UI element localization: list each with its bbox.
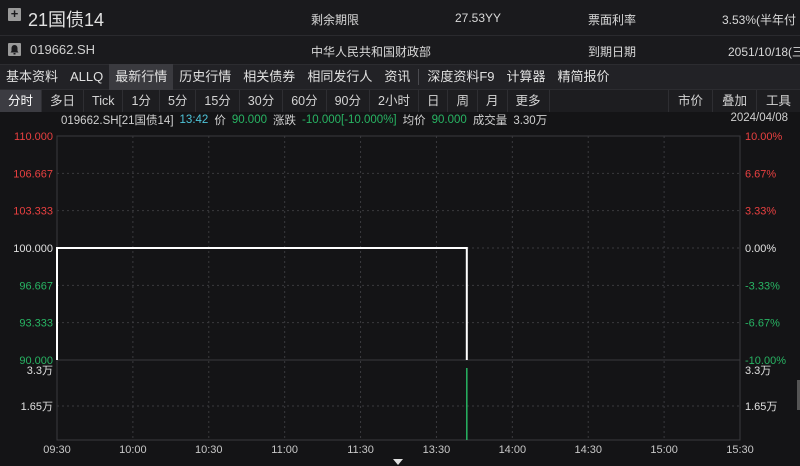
issuer-name: 中华人民共和国财政部	[311, 45, 432, 59]
tab-same-issuer[interactable]: 相同发行人	[301, 64, 378, 90]
volume-axis-tick-right: 1.65万	[745, 401, 777, 413]
info-avg-label: 均价	[402, 115, 426, 127]
period-intraday[interactable]: 分时	[0, 90, 43, 112]
period-day[interactable]: 日	[419, 90, 449, 112]
volume-axis-tick-right: 3.3万	[745, 365, 771, 377]
period-more[interactable]: 更多	[508, 90, 550, 112]
volume-axis-tick: 3.3万	[27, 365, 53, 377]
period-90min[interactable]: 90分	[327, 90, 371, 112]
percent-axis-tick: 0.00%	[745, 243, 776, 255]
percent-axis-tick: -3.33%	[745, 280, 780, 292]
header-row-1	[0, 0, 800, 36]
tab-latest-quote[interactable]: 最新行情	[109, 64, 174, 90]
info-price-label: 价	[214, 115, 226, 127]
remaining-term-label: 剩余期限	[311, 13, 360, 27]
tools-button[interactable]: 工具	[755, 90, 800, 112]
market-price-button[interactable]: 市价	[667, 90, 712, 112]
quote-info-line: 019662.SH[21国债14] 13:42 价 90.000 涨跌 -10.…	[0, 112, 800, 128]
time-axis-tick: 11:00	[271, 444, 298, 456]
time-axis-tick: 14:00	[499, 444, 527, 456]
bond-code: 019662.SH	[30, 42, 96, 57]
tab-history-quote[interactable]: 历史行情	[173, 64, 237, 90]
price-axis-tick: 96.667	[19, 280, 53, 292]
info-code-name: 019662.SH[21国债14]	[61, 115, 174, 127]
info-date: 2024/04/08	[730, 112, 788, 124]
volume-axis-tick: 1.65万	[21, 401, 53, 413]
percent-axis-tick: -6.67%	[745, 318, 780, 330]
remaining-term-value: 27.53YY	[455, 11, 502, 25]
period-month[interactable]: 月	[478, 90, 508, 112]
maturity-date-value: 2051/10/18(三	[728, 45, 800, 59]
bell-icon[interactable]	[8, 43, 21, 56]
percent-axis-tick: 3.33%	[745, 206, 776, 218]
info-volume: 3.30万	[513, 115, 548, 127]
price-line	[56, 247, 468, 360]
time-axis-tick: 10:00	[119, 444, 147, 456]
period-2hour[interactable]: 2小时	[370, 90, 419, 112]
info-change: -10.000[-10.000%]	[302, 114, 397, 126]
intraday-chart[interactable]: 110.000 10.00% 106.667 6.67% 103.333 3.33% 100…	[0, 128, 800, 459]
info-avg: 90.000	[431, 114, 467, 126]
tab-related-bonds[interactable]: 相关债券	[237, 64, 301, 90]
price-axis-tick: 110.000	[14, 131, 53, 143]
tab-deep-data-f9[interactable]: 深度资料F9	[421, 64, 500, 90]
time-axis-tick: 10:30	[195, 444, 223, 456]
time-axis-tick: 14:30	[574, 444, 602, 456]
tab-compact-quote[interactable]: 精简报价	[552, 64, 616, 90]
maturity-date-label: 到期日期	[588, 45, 637, 59]
scroll-down-icon[interactable]	[393, 459, 403, 465]
time-axis-tick: 09:30	[43, 444, 71, 456]
bond-name: 21国债14	[28, 10, 105, 30]
price-axis-tick: 103.333	[13, 206, 53, 218]
period-60min[interactable]: 60分	[283, 90, 327, 112]
period-week[interactable]: 周	[448, 90, 478, 112]
tab-allq[interactable]: ALLQ	[64, 64, 109, 90]
tab-basic-info[interactable]: 基本资料	[0, 64, 64, 90]
time-axis-tick: 13:30	[423, 444, 451, 456]
info-price: 90.000	[231, 114, 267, 126]
add-icon[interactable]: +	[8, 7, 21, 21]
period-toolbar: 分时 多日 Tick 1分 5分 15分 30分 60分 90分 2小时 日 周…	[0, 90, 800, 112]
time-axis-tick: 15:00	[650, 444, 678, 456]
price-axis-tick: 100.000	[13, 243, 53, 255]
period-multi-day[interactable]: 多日	[42, 90, 85, 112]
period-tick[interactable]: Tick	[84, 90, 124, 112]
chart-frame	[56, 135, 741, 441]
percent-axis-tick: 6.67%	[745, 168, 776, 180]
tab-calculator[interactable]: 计算器	[501, 64, 552, 90]
detail-tabs: 基本资料 ALLQ 最新行情 历史行情 相关债券 相同发行人 资讯 深度资料F9…	[0, 64, 800, 90]
time-axis-tick: 15:30	[726, 444, 754, 456]
tab-divider	[418, 69, 420, 85]
time-axis-tick: 11:30	[347, 444, 374, 456]
coupon-rate-label: 票面利率	[588, 13, 637, 27]
coupon-rate-value: 3.53%(半年付	[722, 13, 797, 27]
period-15min[interactable]: 15分	[196, 90, 240, 112]
price-axis-tick: 93.333	[19, 318, 53, 330]
overlay-button[interactable]: 叠加	[711, 90, 756, 112]
info-volume-label: 成交量	[472, 115, 508, 127]
chart-tools: 市价 叠加 工具	[667, 90, 800, 112]
tab-news[interactable]: 资讯	[378, 64, 416, 90]
info-change-label: 涨跌	[273, 115, 296, 127]
period-1min[interactable]: 1分	[123, 90, 160, 112]
price-axis-tick: 106.667	[13, 168, 53, 180]
period-30min[interactable]: 30分	[240, 90, 284, 112]
percent-axis-tick: 10.00%	[745, 131, 783, 143]
info-time: 13:42	[179, 114, 209, 126]
period-5min[interactable]: 5分	[160, 90, 197, 112]
